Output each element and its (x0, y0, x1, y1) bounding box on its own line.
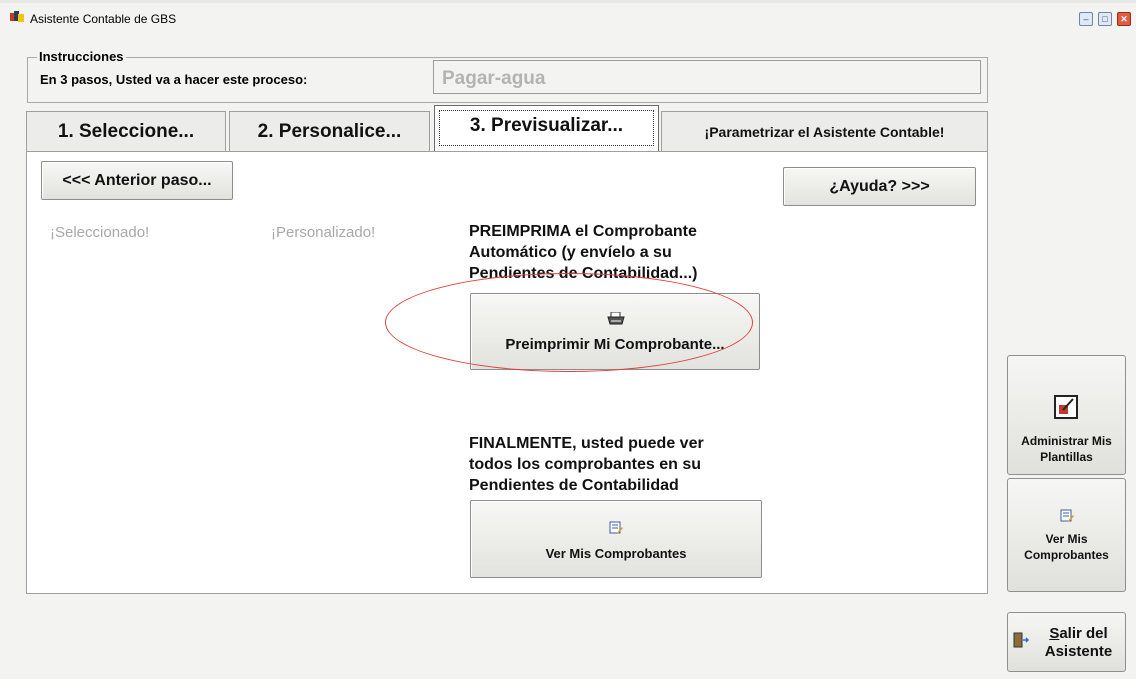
final-instructions: FINALMENTE, usted puede ver todos los co… (469, 433, 789, 496)
exit-label-line2: Asistente (1044, 643, 1113, 660)
final-line: todos los comprobantes en su (469, 456, 702, 473)
exit-label-line1: Salir del (1032, 625, 1125, 643)
view-vouchers-label: Ver Mis Comprobantes (545, 546, 687, 561)
preprint-line: PREIMPRIMA el Comprobante (469, 223, 697, 240)
close-button[interactable]: ✕ (1117, 12, 1131, 26)
previous-step-button[interactable]: <<< Anterior paso... (41, 161, 233, 200)
final-line: FINALMENTE, usted puede ver (469, 435, 704, 452)
tab-seleccione[interactable]: 1. Seleccione... (26, 111, 226, 152)
tab-label: 2. Personalice... (257, 121, 402, 142)
exit-wizard-button[interactable]: Salir del Asistente (1007, 612, 1126, 672)
side-view-label-line: Ver Mis (1045, 532, 1088, 546)
help-button[interactable]: ¿Ayuda? >>> (783, 167, 976, 206)
side-view-vouchers-label: Ver Mis Comprobantes (1008, 531, 1125, 563)
status-selected: ¡Seleccionado! (50, 224, 150, 241)
tab-previsualizar[interactable]: 3. Previsualizar... (434, 105, 659, 153)
tab-label: 3. Previsualizar... (469, 115, 624, 136)
admin-templates-button[interactable]: Administrar Mis Plantillas (1007, 355, 1126, 475)
maximize-button[interactable]: □ (1098, 12, 1112, 26)
tab-personalice[interactable]: 2. Personalice... (229, 111, 430, 152)
process-field: Pagar-agua (433, 60, 981, 94)
tab-label: ¡Parametrizar el Asistente Contable! (704, 124, 945, 140)
final-line: Pendientes de Contabilidad (469, 477, 679, 494)
gbs-app-icon (10, 11, 24, 22)
title-bar: Asistente Contable de GBS – □ ✕ (0, 0, 1136, 30)
tab-parametrizar[interactable]: ¡Parametrizar el Asistente Contable! (661, 111, 988, 152)
instructions-legend: Instrucciones (37, 49, 126, 64)
side-view-vouchers-button[interactable]: Ver Mis Comprobantes (1007, 478, 1126, 592)
preprint-line: Automático (y envíelo a su (469, 244, 672, 261)
document-edit-icon (1060, 509, 1074, 522)
exit-accelerator: S (1049, 625, 1060, 642)
tab-focus-box: 3. Previsualizar... (439, 110, 654, 146)
exit-door-icon (1013, 632, 1029, 648)
exit-label-rest: alir del (1059, 625, 1108, 642)
admin-templates-label: Administrar Mis Plantillas (1008, 433, 1125, 465)
view-vouchers-button[interactable]: Ver Mis Comprobantes (470, 500, 762, 578)
status-personalized: ¡Personalizado! (271, 224, 376, 241)
window-title: Asistente Contable de GBS (30, 12, 177, 26)
highlight-ellipse (385, 273, 753, 372)
template-admin-icon (1054, 395, 1078, 419)
admin-label-line: Plantillas (1040, 450, 1093, 464)
exit-wizard-label: Salir del Asistente (1032, 625, 1125, 661)
minimize-button[interactable]: – (1079, 12, 1093, 26)
document-edit-icon (609, 521, 623, 534)
instructions-text: En 3 pasos, Usted va a hacer este proces… (40, 72, 308, 87)
tab-label: 1. Seleccione... (57, 121, 195, 142)
side-view-label-line: Comprobantes (1024, 548, 1109, 562)
admin-label-line: Administrar Mis (1021, 434, 1112, 448)
